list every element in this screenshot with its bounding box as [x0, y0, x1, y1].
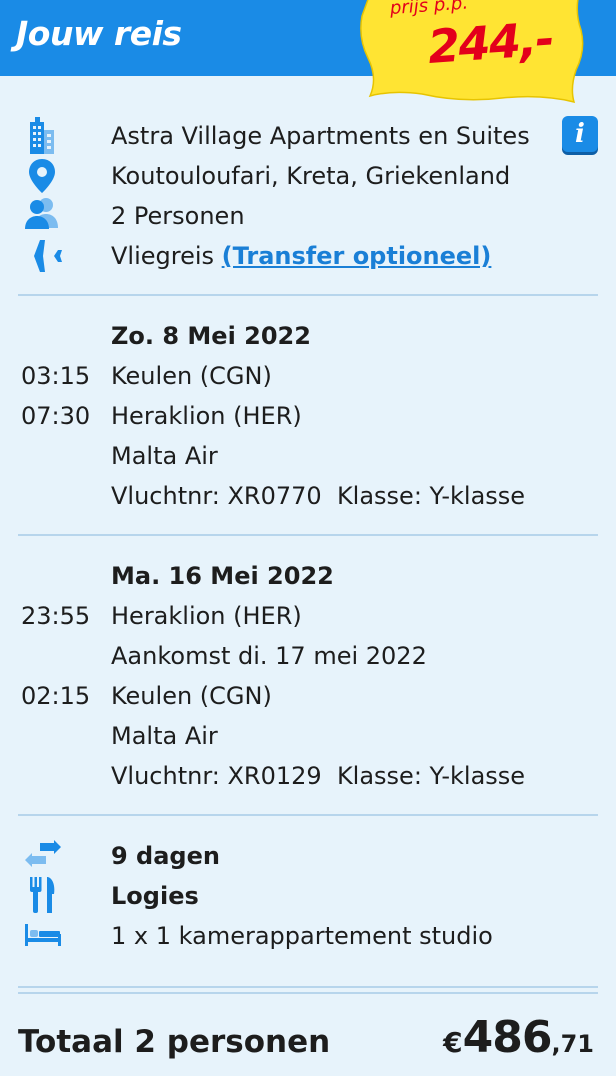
price-badge: prijs p.p. 244,-	[352, 0, 592, 105]
total-label: Totaal 2 personen	[18, 1024, 331, 1060]
travel-type: Vliegreis (Transfer optioneel)	[111, 240, 491, 272]
stay-duration: 9 dagen	[111, 842, 220, 870]
return-departure-time: 23:55	[21, 602, 91, 630]
outbound-flight-info: Vluchtnr: XR0770 Klasse: Y-klasse	[111, 482, 526, 510]
return-date: Ma. 16 Mei 2022	[111, 562, 334, 590]
outbound-airline: Malta Air	[111, 442, 218, 470]
return-departure-airport: Heraklion (HER)	[111, 602, 302, 630]
persons-icon	[24, 196, 62, 234]
divider	[18, 992, 598, 994]
hotel-name: Astra Village Apartments en Suites	[111, 122, 530, 150]
return-airline: Malta Air	[111, 722, 218, 750]
hotel-location: Koutouloufari, Kreta, Griekenland	[111, 162, 511, 190]
travel-type-label: Vliegreis	[111, 242, 215, 270]
building-icon	[26, 116, 56, 158]
divider	[18, 814, 598, 816]
total-currency: €	[443, 1026, 463, 1059]
total-amount-decimal: ,71	[551, 1030, 594, 1058]
total-price: €486,71	[443, 1012, 594, 1063]
persons-count: 2 Personen	[111, 202, 245, 230]
page-title: Jouw reis	[16, 14, 182, 53]
divider	[18, 534, 598, 536]
board-type: Logies	[111, 882, 199, 910]
total-amount-integer: 486	[462, 1012, 553, 1063]
info-icon[interactable]: i	[562, 116, 598, 152]
outbound-arrival-airport: Heraklion (HER)	[111, 402, 302, 430]
divider	[18, 986, 598, 988]
room-type: 1 x 1 kamerappartement studio	[111, 922, 493, 950]
arrows-exchange-icon	[24, 840, 62, 874]
return-arrival-airport: Keulen (CGN)	[111, 682, 272, 710]
return-arrival-time: 02:15	[21, 682, 91, 710]
location-pin-icon	[27, 158, 57, 198]
outbound-departure-time: 03:15	[21, 362, 91, 390]
outbound-departure-airport: Keulen (CGN)	[111, 362, 272, 390]
transfer-optional-link[interactable]: (Transfer optioneel)	[222, 242, 492, 270]
bed-icon	[24, 922, 62, 952]
price-per-person-value: 244,-	[426, 11, 555, 74]
outbound-arrival-time: 07:30	[21, 402, 91, 430]
outbound-date: Zo. 8 Mei 2022	[111, 322, 311, 350]
divider	[18, 294, 598, 296]
return-flight-info: Vluchtnr: XR0129 Klasse: Y-klasse	[111, 762, 526, 790]
return-arrival-note: Aankomst di. 17 mei 2022	[111, 642, 427, 670]
airplane-icon	[24, 238, 64, 278]
cutlery-icon	[28, 876, 58, 918]
